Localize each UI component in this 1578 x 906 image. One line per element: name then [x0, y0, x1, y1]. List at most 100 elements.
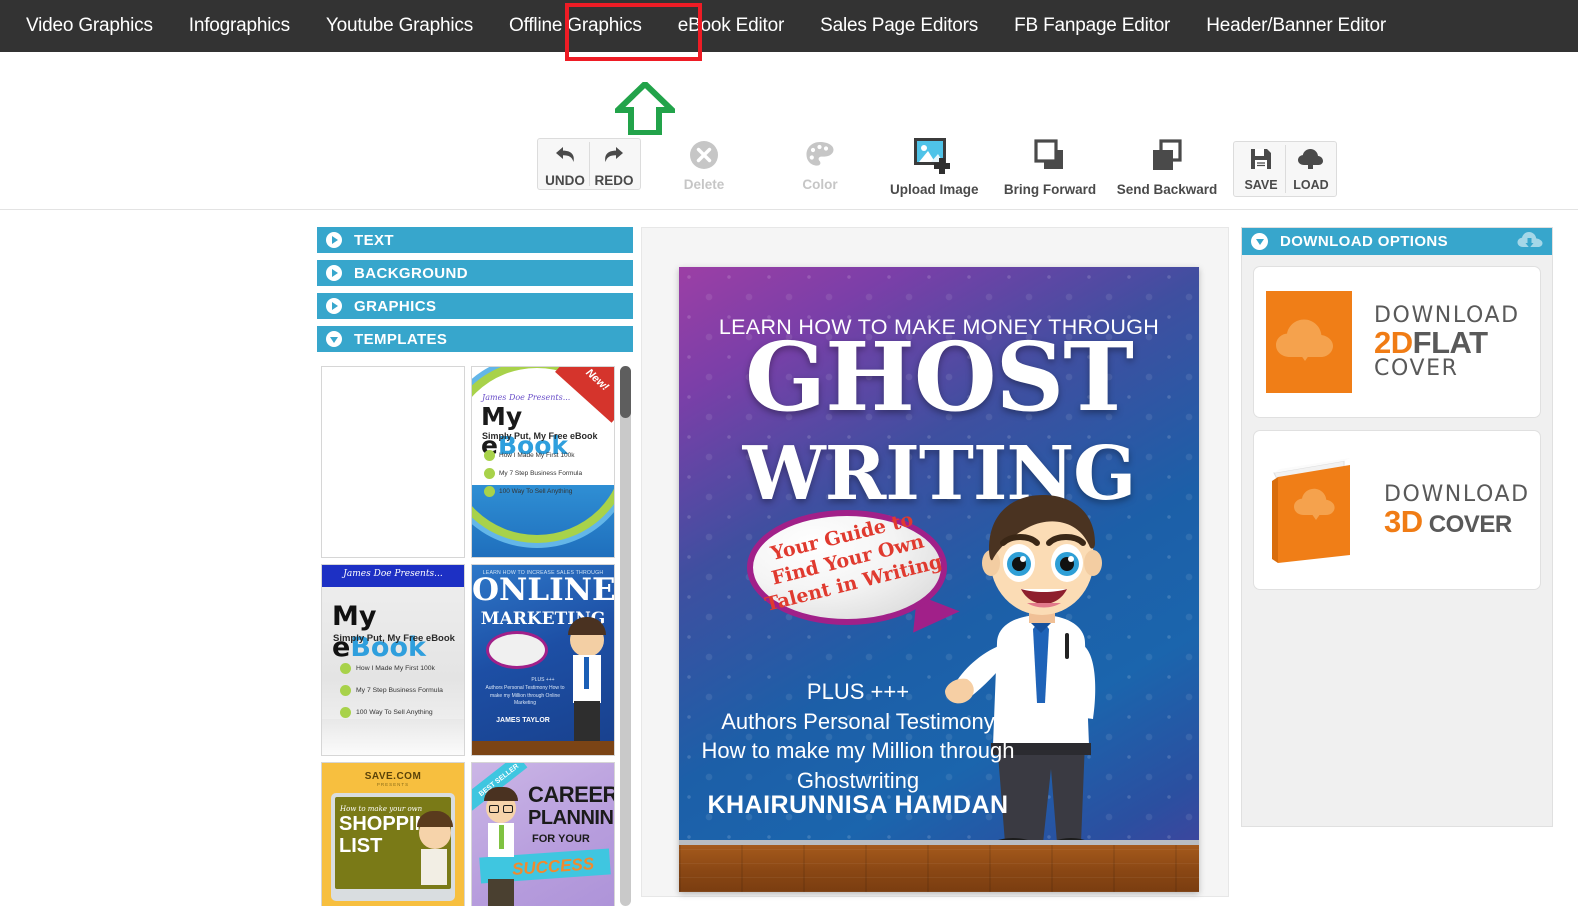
cloud-upload-load-icon — [1298, 149, 1323, 169]
download-options-header[interactable]: DOWNLOAD OPTIONS — [1242, 228, 1552, 255]
template-title: CAREER — [528, 782, 615, 807]
download-3d-emphasis-rest: COVER — [1422, 510, 1512, 538]
undo-label: UNDO — [545, 173, 585, 188]
redo-button[interactable]: REDO — [590, 143, 638, 188]
download-options-title: DOWNLOAD OPTIONS — [1280, 233, 1449, 250]
download-2d-label-group: DOWNLOAD 2DFLAT COVER — [1374, 302, 1520, 381]
template-presenter: James Doe Presents... — [343, 569, 443, 579]
book-3d-thumbnail — [1266, 451, 1362, 569]
template-bullet: How I Made My First 100k — [499, 452, 575, 459]
templates-scrollbar-track[interactable] — [620, 366, 631, 906]
cover-title-text[interactable]: GHOST — [679, 330, 1199, 425]
save-load-divider — [1285, 145, 1286, 193]
undo-arrow-icon — [556, 147, 574, 162]
chevron-down-icon — [1251, 233, 1268, 250]
color-palette-icon — [806, 142, 834, 166]
accordion-section-graphics[interactable]: GRAPHICS — [317, 293, 633, 319]
download-3d-label-group: DOWNLOAD 3D COVER — [1384, 481, 1530, 539]
nav-item-fb-fanpage-editor[interactable]: FB Fanpage Editor — [996, 0, 1188, 52]
upload-image-label: Upload Image — [890, 182, 979, 197]
template-brand: SAVE.COM — [364, 771, 422, 782]
nav-item-offline-graphics[interactable]: Offline Graphics — [491, 0, 660, 52]
cover-floor — [679, 840, 1199, 892]
template-thumbnail-my-ebook-new[interactable]: New! James Doe Presents... My eBook Simp… — [471, 366, 615, 558]
flat-cover-cloud-icon — [1276, 319, 1333, 361]
download-options-panel: DOWNLOAD OPTIONS DOWNLOAD 2DFLAT COVER D… — [1241, 227, 1553, 827]
send-backward-label: Send Backward — [1116, 182, 1218, 197]
delete-button[interactable]: Delete — [673, 139, 735, 192]
color-label: Color — [802, 177, 838, 192]
delete-x-circle-icon — [690, 141, 718, 169]
template-bullet: How I Made My First 100k — [356, 665, 435, 672]
canvas-area[interactable]: LEARN HOW TO MAKE MONEY THROUGH GHOST WR… — [641, 227, 1229, 897]
upload-image-icon — [914, 138, 950, 174]
floppy-save-icon — [1251, 149, 1271, 169]
template-kicker: How to make your own — [340, 805, 423, 813]
download-2d-flat-cover-button[interactable]: DOWNLOAD 2DFLAT COVER — [1253, 266, 1541, 418]
template-sub: FOR YOUR — [532, 833, 590, 845]
template-bullet: 100 Way To Sell Anything — [499, 488, 573, 495]
accordion-section-templates[interactable]: TEMPLATES — [317, 326, 633, 352]
nav-item-header-banner-editor[interactable]: Header/Banner Editor — [1188, 0, 1404, 52]
template-bullet: My 7 Step Business Formula — [499, 470, 583, 477]
template-thumbnail-shopping-list[interactable]: SAVE.COM PRESENTS How to make your own S… — [321, 762, 465, 906]
download-2d-emphasis: 2D — [1374, 324, 1413, 360]
nav-item-youtube-graphics[interactable]: Youtube Graphics — [308, 0, 491, 52]
color-button[interactable]: Color — [789, 139, 851, 192]
download-2d-line1: DOWNLOAD — [1374, 302, 1520, 328]
accordion-label-graphics: GRAPHICS — [354, 297, 437, 315]
template-thumbnail-online-marketing[interactable]: LEARN HOW TO INCREASE SALES THROUGH ONLI… — [471, 564, 615, 756]
redo-arrow-icon — [605, 147, 623, 162]
chevron-right-icon — [326, 298, 342, 314]
templates-scrollbar-thumb[interactable] — [620, 366, 631, 418]
undo-button[interactable]: UNDO — [541, 143, 589, 188]
template-subtitle: Simply Put, My Free eBook — [482, 431, 598, 441]
nav-item-infographics[interactable]: Infographics — [171, 0, 308, 52]
flat-cover-thumbnail — [1266, 291, 1352, 393]
nav-item-ebook-editor[interactable]: eBook Editor — [660, 0, 802, 52]
send-backward-icon — [1153, 139, 1182, 170]
accordion-label-text: TEXT — [354, 231, 394, 249]
upload-image-button[interactable]: Upload Image — [890, 136, 979, 197]
download-3d-emphasis: 3D — [1384, 503, 1423, 539]
template-thumbnail-career-planning[interactable]: BEST SELLER CAREER PLANNING FOR YOUR SUC… — [471, 762, 615, 906]
template-title2: LIST — [339, 835, 383, 857]
template-thumbnail-my-ebook-blue[interactable]: James Doe Presents... My eBook Simply Pu… — [321, 564, 465, 756]
cover-author-text[interactable]: KHAIRUNNISA HAMDAN — [693, 791, 1023, 820]
template-bullet: My 7 Step Business Formula — [356, 687, 443, 694]
top-navigation-bar: Video Graphics Infographics Youtube Grap… — [0, 0, 1578, 52]
load-button[interactable]: LOAD — [1287, 146, 1335, 192]
editor-toolbar: UNDO REDO Delete Color Upload Image Brin… — [0, 130, 1578, 208]
accordion-section-background[interactable]: BACKGROUND — [317, 260, 633, 286]
template-subtitle: Simply Put, My Free eBook — [333, 633, 455, 644]
save-label: SAVE — [1244, 178, 1278, 192]
bring-forward-icon — [1034, 139, 1063, 169]
template-thumbnail-blank[interactable] — [321, 366, 465, 558]
templates-list[interactable]: New! James Doe Presents... My eBook Simp… — [319, 366, 633, 906]
template-body: Authors Personal Testimony How to make m… — [485, 685, 565, 706]
redo-label: REDO — [594, 173, 634, 188]
chevron-right-icon — [326, 232, 342, 248]
cover-plus-line1: PLUS +++ — [806, 679, 910, 704]
bring-forward-button[interactable]: Bring Forward — [1000, 136, 1100, 197]
editor-workspace: TEXT BACKGROUND GRAPHICS TEMPLATES New! … — [0, 209, 1578, 906]
nav-item-video-graphics[interactable]: Video Graphics — [8, 0, 171, 52]
green-up-arrow-annotation-icon — [615, 82, 675, 135]
bring-forward-label: Bring Forward — [1003, 182, 1097, 197]
accordion-label-background: BACKGROUND — [354, 264, 468, 282]
download-3d-cover-button[interactable]: DOWNLOAD 3D COVER — [1253, 430, 1541, 590]
cover-plus-line2: Authors Personal Testimony — [721, 708, 995, 734]
send-backward-button[interactable]: Send Backward — [1115, 136, 1219, 197]
template-title2: PLANNING — [528, 807, 614, 829]
nav-item-sales-page-editors[interactable]: Sales Page Editors — [802, 0, 996, 52]
accordion-section-text[interactable]: TEXT — [317, 227, 633, 253]
cover-plus-line3: How to make my Million through — [701, 738, 1015, 764]
save-button[interactable]: SAVE — [1237, 146, 1285, 192]
ebook-cover-canvas[interactable]: LEARN HOW TO MAKE MONEY THROUGH GHOST WR… — [679, 267, 1199, 892]
download-3d-line1: DOWNLOAD — [1384, 481, 1530, 507]
chevron-right-icon — [326, 265, 342, 281]
download-2d-line3: COVER — [1374, 355, 1459, 381]
cover-plus-block[interactable]: PLUS +++ Authors Personal Testimony How … — [693, 677, 1023, 796]
3d-book-cloud-icon — [1272, 458, 1350, 563]
download-2d-emphasis-rest: FLAT — [1412, 324, 1488, 360]
